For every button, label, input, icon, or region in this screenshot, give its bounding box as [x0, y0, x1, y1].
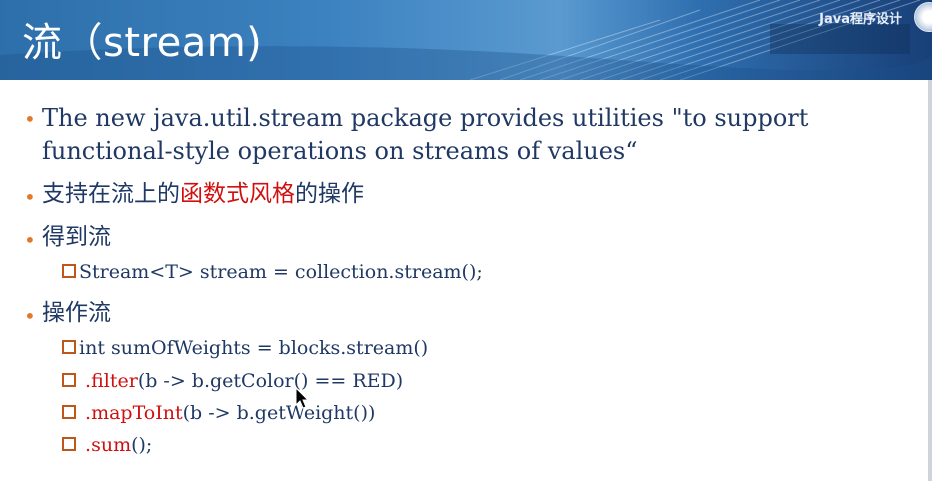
slide-title: 流（stream) [22, 20, 263, 66]
code-rest: (b -> b.getColor() == RED) [137, 370, 404, 392]
sub-item-op-2: .filter(b -> b.getColor() == RED) [62, 369, 403, 393]
code-method: .filter [85, 370, 138, 392]
code-method: .sum [85, 434, 132, 456]
bullet-dot: • [24, 185, 36, 209]
bullet-dot: • [24, 304, 36, 328]
sub-item-op-4: .sum(); [62, 433, 152, 457]
window-edge [928, 80, 932, 481]
bullet-text-3: 得到流 [42, 224, 111, 250]
title-banner: 流（stream) Java程序设计 [0, 0, 932, 80]
square-bullet-icon [62, 405, 76, 419]
code-plain: int sumOfWeights = blocks.stream() [79, 337, 429, 359]
square-bullet-icon [62, 373, 76, 387]
bullet-2-before: 支持在流上的 [42, 181, 180, 207]
sub-item-get-stream: Stream<T> stream = collection.stream(); [62, 260, 483, 284]
course-label: Java程序设计 [819, 12, 902, 27]
bullet-2-highlight: 函数式风格 [180, 181, 295, 207]
bullet-dot: • [24, 107, 36, 131]
slide-body: • The new java.util.stream package provi… [0, 80, 932, 481]
bullet-dot: • [24, 228, 36, 252]
sub-item-op-3: .mapToInt(b -> b.getWeight()) [62, 401, 375, 425]
square-bullet-icon [62, 264, 76, 278]
square-bullet-icon [62, 340, 76, 354]
square-bullet-icon [62, 437, 76, 451]
code-method: .mapToInt [85, 402, 183, 424]
sub-item-op-1: int sumOfWeights = blocks.stream() [62, 336, 428, 360]
mouse-cursor-icon [295, 387, 310, 409]
code-rest: (); [131, 434, 153, 456]
bullet-text-4: 操作流 [42, 300, 111, 326]
bullet-text-1b: functional-style operations on streams o… [42, 137, 638, 165]
bullet-text-2: 支持在流上的函数式风格的操作 [42, 178, 364, 211]
code-get-stream: Stream<T> stream = collection.stream(); [79, 261, 483, 283]
bullet-text-1a: The new java.util.stream package provide… [42, 104, 809, 132]
bullet-2-after: 的操作 [295, 181, 364, 207]
code-rest: (b -> b.getWeight()) [182, 402, 376, 424]
